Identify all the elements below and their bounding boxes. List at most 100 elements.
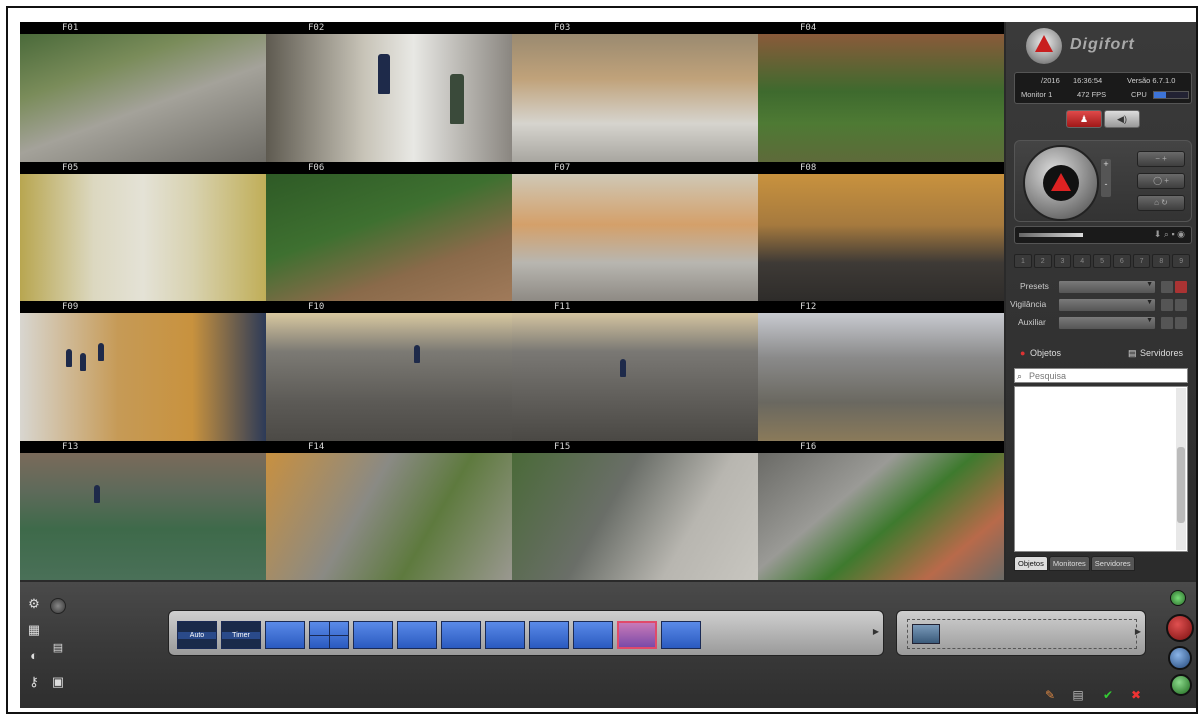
home-button[interactable]: ⌂ ↻ <box>1137 195 1185 211</box>
camera-video <box>758 34 1004 162</box>
layout-1-button[interactable] <box>265 621 305 649</box>
preset-go-button[interactable] <box>1160 280 1174 294</box>
person-figure <box>450 74 464 124</box>
cancel-icon[interactable]: ✖ <box>1128 688 1144 702</box>
objects-title[interactable]: Objetos <box>1030 348 1061 358</box>
vigilance-dropdown[interactable] <box>1058 298 1156 312</box>
iris-button[interactable]: ◯ + <box>1137 173 1185 189</box>
layout-6-button[interactable] <box>353 621 393 649</box>
servers-title[interactable]: Servidores <box>1140 348 1183 358</box>
layout-4-button[interactable] <box>309 621 349 649</box>
camera-tile[interactable]: F15 <box>512 440 758 580</box>
layout-12-button[interactable] <box>529 621 569 649</box>
film-icon[interactable]: ▦ <box>26 622 42 638</box>
layout-10-button[interactable] <box>485 621 525 649</box>
search-input[interactable]: ⌕ Pesquisa <box>1014 368 1188 383</box>
auxiliary-off-button[interactable] <box>1174 316 1188 330</box>
camera-tile[interactable]: F06 <box>266 161 512 301</box>
camera-tile[interactable]: F01 <box>20 22 266 162</box>
tab-objects[interactable]: Objetos <box>1014 556 1048 571</box>
preset-number-button[interactable]: 3 <box>1053 254 1072 268</box>
status-green-icon[interactable] <box>1170 590 1186 606</box>
preset-number-button[interactable]: 6 <box>1112 254 1131 268</box>
camera-title: F14 <box>266 440 512 453</box>
delete-icon[interactable]: ▤ <box>1070 688 1086 702</box>
camera-tile[interactable]: F13 <box>20 440 266 580</box>
digifort-logo-icon <box>1026 28 1062 64</box>
preset-number-button[interactable]: 8 <box>1152 254 1171 268</box>
status-cpu-label: CPU <box>1131 90 1147 99</box>
camera-tile[interactable]: F03 <box>512 22 758 162</box>
camera-tile[interactable]: F05 <box>20 161 266 301</box>
camera-title: F02 <box>266 22 512 34</box>
preset-number-button[interactable]: 2 <box>1033 254 1052 268</box>
camera-tile[interactable]: F12 <box>758 301 1004 441</box>
camera-tile[interactable]: F14 <box>266 440 512 580</box>
camera-title: F16 <box>758 440 1004 453</box>
camera-tile[interactable]: F07 <box>512 161 758 301</box>
layout-9-button[interactable] <box>441 621 481 649</box>
camera-tile[interactable]: F11 <box>512 301 758 441</box>
edit-icon[interactable]: ✎ <box>1042 688 1058 702</box>
camera-tile[interactable]: F02 <box>266 22 512 162</box>
layout-auto-button[interactable]: Auto <box>177 621 217 649</box>
camera-tile[interactable]: F09 <box>20 301 266 441</box>
camera-tile[interactable]: F10 <box>266 301 512 441</box>
preset-number-button[interactable]: 4 <box>1073 254 1092 268</box>
camera-title: F01 <box>20 22 266 34</box>
refresh-icon[interactable] <box>1170 674 1192 696</box>
preset-number-button[interactable]: 5 <box>1093 254 1111 268</box>
speed-slider[interactable]: ⬇ ⌕ ▪ ◉ <box>1014 226 1192 244</box>
camera-video <box>266 313 512 441</box>
focus-button[interactable]: − + <box>1137 151 1185 167</box>
objects-tree[interactable] <box>1014 386 1188 552</box>
disk-icon[interactable]: ◐ <box>26 648 42 664</box>
layout-20-button[interactable] <box>661 621 701 649</box>
layout-16-button[interactable] <box>617 621 657 649</box>
person-figure <box>378 54 390 94</box>
camera-video <box>758 452 1004 580</box>
objects-header: ● Objetos ▤ Servidores <box>1014 344 1192 364</box>
preset-save-button[interactable] <box>1174 280 1188 294</box>
preset-number-button[interactable]: 1 <box>1014 254 1032 268</box>
key-icon[interactable]: ⚷ <box>26 674 42 690</box>
zoom-control[interactable]: + - <box>1101 159 1111 197</box>
layout-timer-button[interactable]: Timer <box>221 621 261 649</box>
auxiliary-on-button[interactable] <box>1160 316 1174 330</box>
layouts-next-arrow-icon[interactable]: ▶ <box>873 627 879 636</box>
sequence-next-arrow-icon[interactable]: ▶ <box>1135 627 1141 636</box>
audio-mode-button[interactable]: ◀) <box>1104 110 1140 128</box>
layout-13-button[interactable] <box>573 621 613 649</box>
ptz-mode-button[interactable]: ♟ <box>1066 110 1102 128</box>
tab-servers[interactable]: Servidores <box>1090 556 1135 571</box>
record-indicator-icon[interactable] <box>50 598 66 614</box>
tab-monitors[interactable]: Monitores <box>1048 556 1090 571</box>
camera-tile[interactable]: F04 <box>758 22 1004 162</box>
ptz-joystick[interactable] <box>1023 145 1099 221</box>
auxiliary-dropdown[interactable] <box>1058 316 1156 330</box>
sequence-thumbnail[interactable] <box>912 624 940 644</box>
sequence-slot-area[interactable] <box>907 619 1137 649</box>
camera-icon: ● <box>1020 348 1026 358</box>
preset-number-button[interactable]: 7 <box>1132 254 1151 268</box>
camera-tile[interactable]: F16 <box>758 440 1004 580</box>
layout-8-button[interactable] <box>397 621 437 649</box>
vigilance-start-button[interactable] <box>1160 298 1174 312</box>
grid-icon[interactable]: ▤ <box>50 640 66 656</box>
preset-number-row: 1 2 3 4 5 6 7 8 9 <box>1014 254 1191 268</box>
vigilance-stop-button[interactable] <box>1174 298 1188 312</box>
camera-tile[interactable]: F08 <box>758 161 1004 301</box>
vigilance-row: Vigilância <box>1010 298 1192 312</box>
tree-scrollbar-thumb[interactable] <box>1177 447 1185 523</box>
presets-dropdown[interactable] <box>1058 280 1156 294</box>
preset-number-button[interactable]: 9 <box>1172 254 1191 268</box>
zoom-out-button[interactable]: - <box>1101 179 1111 189</box>
globe-icon[interactable] <box>1168 646 1192 670</box>
power-icon[interactable] <box>1166 614 1194 642</box>
phone-icon[interactable]: ▣ <box>50 674 66 690</box>
status-date: /2016 <box>1041 76 1060 85</box>
zoom-in-button[interactable]: + <box>1101 159 1111 169</box>
camera-title: F04 <box>758 22 1004 34</box>
settings-gear-icon[interactable]: ⚙ <box>26 596 42 612</box>
confirm-icon[interactable]: ✔ <box>1100 688 1116 702</box>
